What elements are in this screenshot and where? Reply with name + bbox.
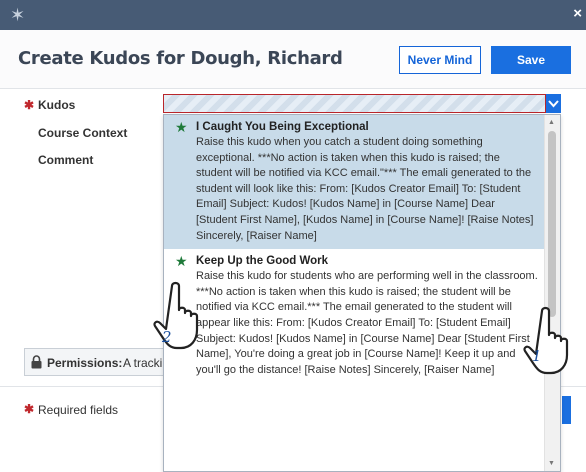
star-icon: ★ bbox=[175, 119, 188, 135]
dialog-title: Create Kudos for Dough, Richard bbox=[18, 48, 343, 69]
dropdown-option-exceptional[interactable]: ★ I Caught You Being Exceptional Raise t… bbox=[164, 115, 544, 250]
close-icon[interactable]: × bbox=[573, 6, 582, 22]
option-title: Keep Up the Good Work bbox=[196, 255, 329, 268]
required-star-icon: ✱ bbox=[24, 98, 35, 112]
hand-cursor-icon: 2 bbox=[153, 281, 199, 350]
scroll-up-icon[interactable]: ▲ bbox=[548, 119, 555, 126]
option-description: Raise this kudo for students who are per… bbox=[196, 270, 538, 376]
course-context-label: Course Context bbox=[38, 126, 128, 140]
dropdown-option-good-work[interactable]: ★ Keep Up the Good Work Raise this kudo … bbox=[164, 249, 544, 383]
star-icon: ★ bbox=[175, 253, 188, 270]
footer-button[interactable] bbox=[562, 396, 571, 424]
required-star-icon: ✱ bbox=[24, 402, 35, 416]
never-mind-button[interactable]: Never Mind bbox=[399, 46, 481, 74]
dropdown-scrollbar[interactable]: ▲ ▼ bbox=[544, 115, 560, 471]
permissions-bar: Permissions: A tracki bbox=[24, 348, 164, 376]
scrollbar-thumb[interactable] bbox=[548, 131, 556, 317]
kudos-label: Kudos bbox=[38, 98, 76, 112]
scroll-down-icon[interactable]: ▼ bbox=[548, 460, 555, 467]
dialog-header: Create Kudos for Dough, Richard Never Mi… bbox=[0, 30, 586, 89]
permissions-label: Permissions: bbox=[47, 356, 123, 370]
kudos-dropdown-list[interactable]: ★ I Caught You Being Exceptional Raise t… bbox=[163, 114, 561, 472]
save-button[interactable]: Save bbox=[491, 46, 571, 74]
window-titlebar: ✶ × bbox=[0, 0, 586, 30]
option-description: Raise this kudo when you catch a student… bbox=[196, 136, 534, 242]
chevron-down-icon[interactable] bbox=[546, 94, 561, 113]
create-kudos-dialog: Create Kudos for Dough, Richard Never Mi… bbox=[0, 30, 586, 472]
hand-cursor-icon: 1 bbox=[523, 306, 569, 375]
app-logo-icon: ✶ bbox=[10, 5, 26, 25]
lock-icon bbox=[31, 355, 42, 369]
permissions-text: A tracki bbox=[123, 356, 163, 370]
option-title: I Caught You Being Exceptional bbox=[196, 121, 369, 133]
required-fields-note: Required fields bbox=[38, 403, 119, 417]
cursor-1-label: 1 bbox=[532, 347, 542, 365]
kudos-select[interactable] bbox=[163, 94, 546, 113]
comment-label: Comment bbox=[38, 153, 94, 167]
cursor-2-label: 2 bbox=[161, 328, 172, 346]
